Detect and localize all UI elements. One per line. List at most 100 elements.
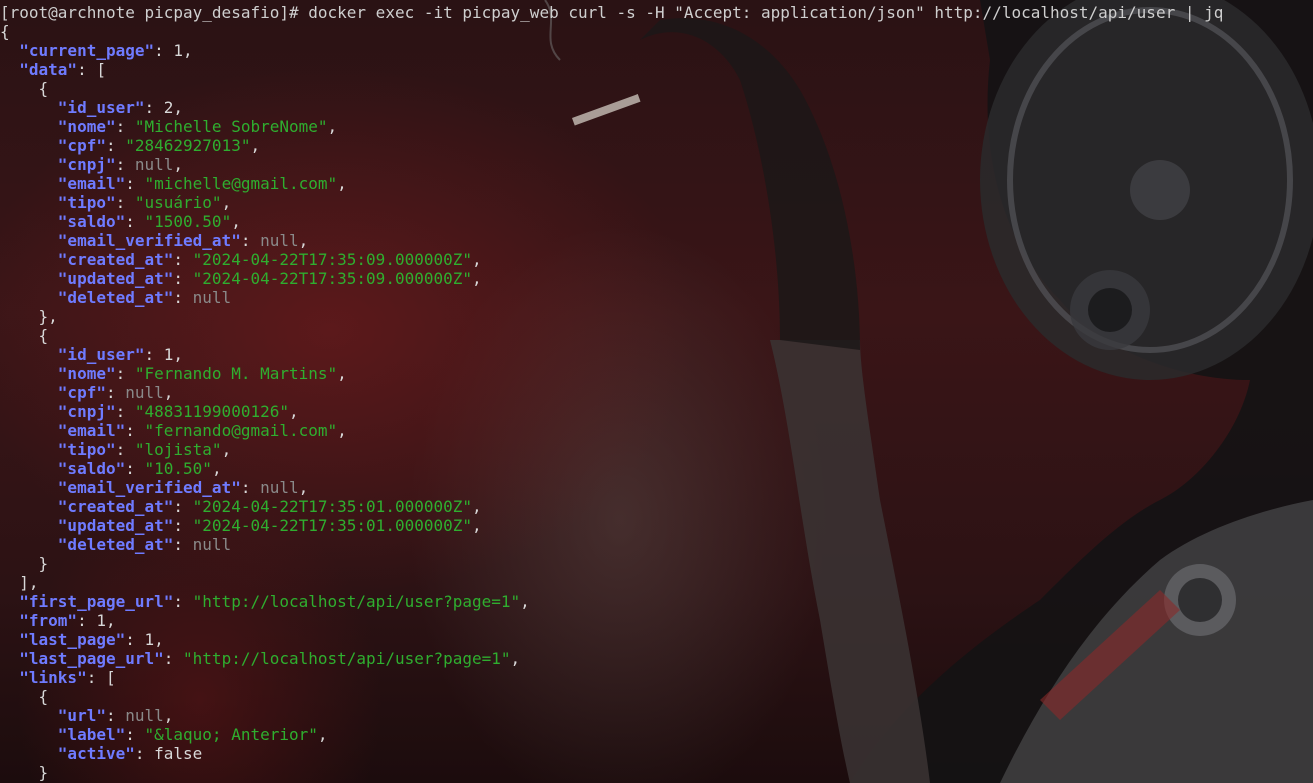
json-colon: : — [144, 345, 164, 364]
json-line: { — [0, 326, 49, 345]
json-colon: : — [173, 516, 193, 535]
json-comma: , — [472, 250, 482, 269]
json-line: "id_user": 1, — [0, 345, 183, 364]
json-brace: } — [38, 763, 49, 782]
json-line: "links": [ — [0, 668, 116, 687]
json-string: "usuário" — [134, 193, 222, 212]
json-bracket: [ — [105, 668, 116, 687]
json-line: "created_at": "2024-04-22T17:35:01.00000… — [0, 497, 482, 516]
json-null: null — [125, 706, 164, 725]
json-key: "email_verified_at" — [57, 231, 241, 250]
json-brace: { — [0, 22, 10, 41]
json-line: "deleted_at": null — [0, 535, 231, 554]
json-null: null — [125, 383, 164, 402]
json-colon: : — [125, 174, 145, 193]
json-colon: : — [125, 630, 145, 649]
json-line: } — [0, 763, 49, 782]
json-line: { — [0, 687, 49, 706]
json-comma: , — [163, 706, 174, 725]
json-string: "1500.50" — [144, 212, 232, 231]
json-comma: , — [173, 98, 184, 117]
json-line: "tipo": "lojista", — [0, 440, 231, 459]
json-comma: , — [173, 155, 184, 174]
json-key: "current_page" — [19, 41, 155, 60]
json-line: "email": "michelle@gmail.com", — [0, 174, 347, 193]
json-key: "url" — [57, 706, 106, 725]
json-key: "cpf" — [57, 136, 106, 155]
json-line: "nome": "Fernando M. Martins", — [0, 364, 347, 383]
json-line: "updated_at": "2024-04-22T17:35:01.00000… — [0, 516, 482, 535]
json-key: "cnpj" — [57, 155, 116, 174]
json-colon: : — [154, 41, 174, 60]
json-key: "nome" — [57, 117, 116, 136]
json-null: null — [134, 155, 174, 174]
json-key: "email_verified_at" — [57, 478, 241, 497]
json-value: 1 — [163, 345, 174, 364]
json-line: }, — [0, 307, 58, 326]
json-line: "data": [ — [0, 60, 106, 79]
json-key: "cnpj" — [57, 402, 116, 421]
json-line: "last_page": 1, — [0, 630, 164, 649]
json-key: "tipo" — [57, 193, 116, 212]
json-colon: : — [125, 459, 145, 478]
json-bracket: ], — [19, 573, 39, 592]
json-line: "from": 1, — [0, 611, 115, 630]
json-key: "id_user" — [57, 345, 145, 364]
json-line: "saldo": "1500.50", — [0, 212, 241, 231]
json-value: 1 — [173, 41, 184, 60]
prompt-line: [root@archnote picpay_desafio]# docker e… — [0, 3, 1223, 22]
json-colon: : — [163, 649, 184, 668]
json-key: "links" — [19, 668, 87, 687]
json-colon: : — [115, 402, 135, 421]
json-brace: { — [38, 687, 49, 706]
json-brace: } — [38, 554, 49, 573]
json-colon: : — [105, 383, 126, 402]
json-key: "first_page_url" — [19, 592, 174, 611]
json-comma: , — [472, 269, 482, 288]
json-colon: : — [115, 364, 135, 383]
json-brace: }, — [38, 307, 58, 326]
json-line: "first_page_url": "http://localhost/api/… — [0, 592, 530, 611]
json-colon: : — [115, 117, 135, 136]
json-line: "tipo": "usuário", — [0, 193, 231, 212]
json-string: "2024-04-22T17:35:01.000000Z" — [192, 497, 473, 516]
json-value: 2 — [163, 98, 174, 117]
json-key: "email" — [57, 174, 126, 193]
json-string: "lojista" — [134, 440, 222, 459]
json-comma: , — [183, 41, 193, 60]
json-comma: , — [298, 231, 309, 250]
json-key: "active" — [57, 744, 135, 763]
json-comma: , — [288, 402, 299, 421]
json-comma: , — [337, 364, 347, 383]
json-key: "saldo" — [57, 459, 126, 478]
json-line: "last_page_url": "http://localhost/api/u… — [0, 649, 520, 668]
terminal-window[interactable]: [root@archnote picpay_desafio]# docker e… — [0, 0, 1313, 783]
json-key: "deleted_at" — [57, 535, 174, 554]
json-colon: : — [173, 269, 193, 288]
json-line: "cpf": null, — [0, 383, 174, 402]
json-string: "Fernando M. Martins" — [134, 364, 338, 383]
json-line: "label": "&laquo; Anterior", — [0, 725, 328, 744]
json-key: "created_at" — [57, 497, 174, 516]
json-line: "nome": "Michelle SobreNome", — [0, 117, 337, 136]
